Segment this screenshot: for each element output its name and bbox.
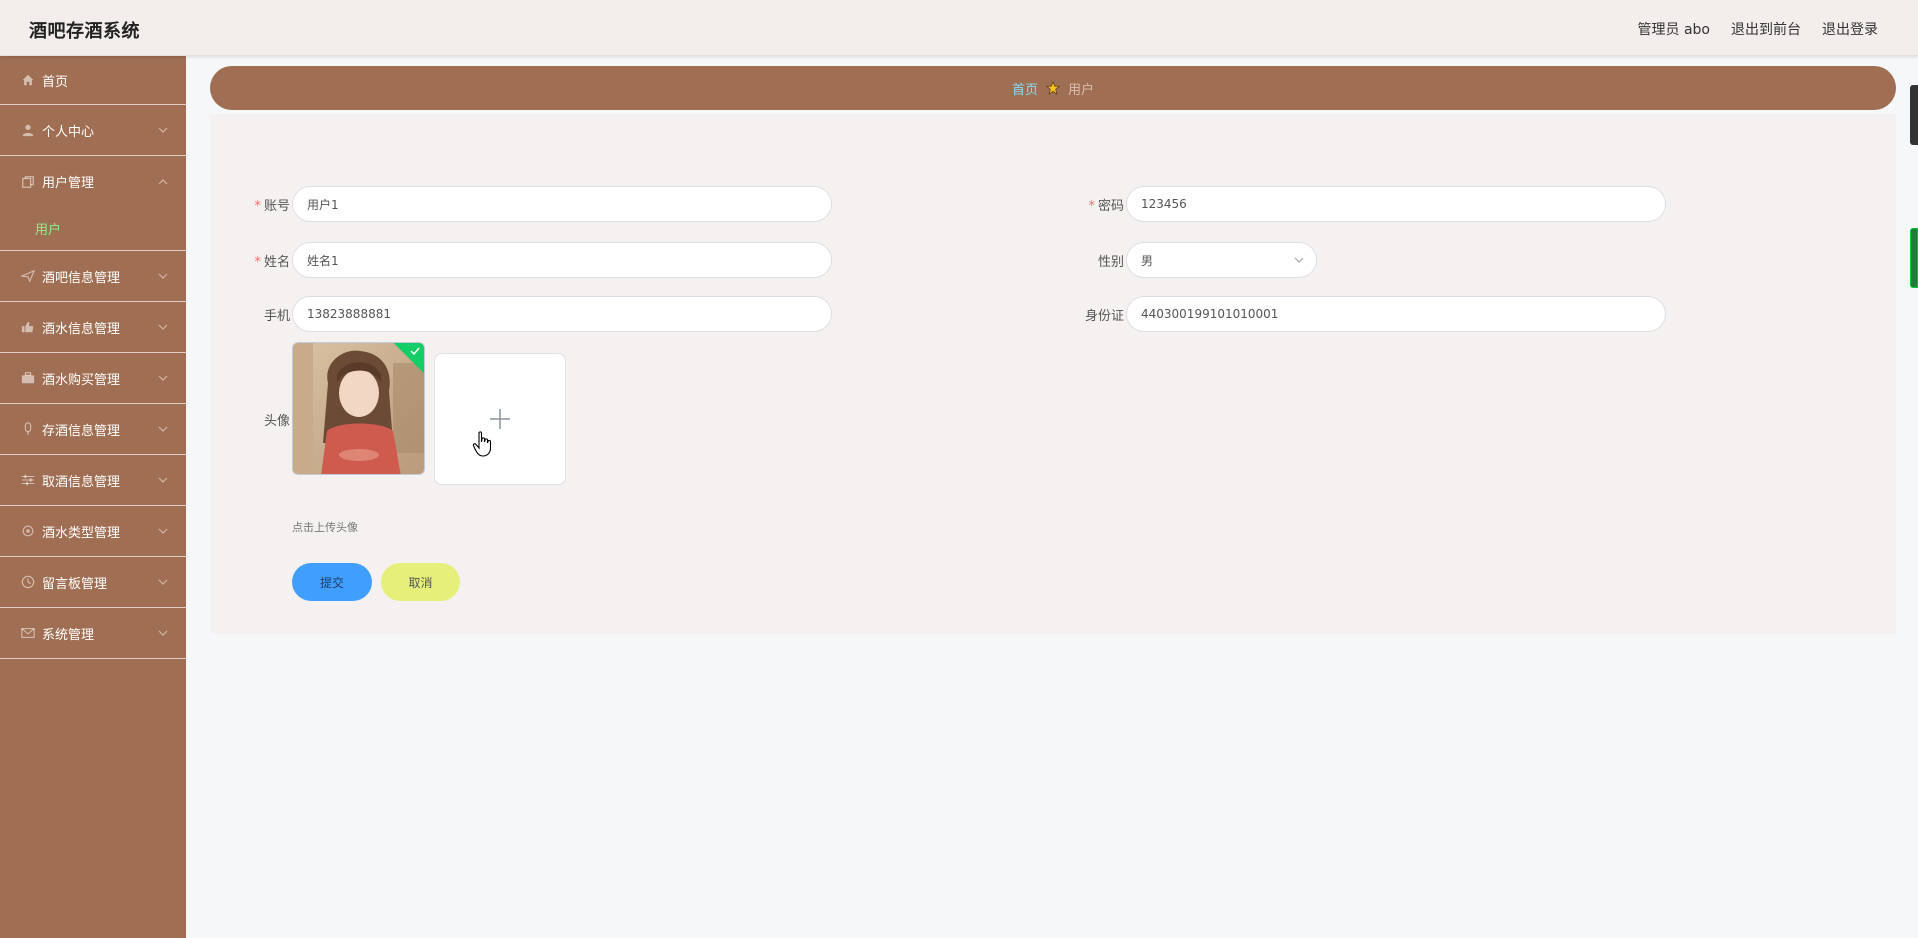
sidebar-item-drink-info[interactable]: 酒水信息管理 bbox=[0, 302, 186, 353]
scroll-handle[interactable] bbox=[1910, 85, 1918, 145]
plus-icon bbox=[490, 409, 510, 429]
clock-icon bbox=[21, 575, 35, 589]
required-mark: * bbox=[254, 255, 261, 270]
sidebar-item-storage-info[interactable]: 存酒信息管理 bbox=[0, 404, 186, 455]
avatar-upload-button[interactable] bbox=[434, 353, 566, 485]
gender-label: 性别 bbox=[1097, 255, 1124, 270]
sidebar-item-drink-purchase[interactable]: 酒水购买管理 bbox=[0, 353, 186, 404]
sidebar: 首页 个人中心 用户管理 用户 酒吧信息管理 酒水信息管理 酒水购买管理 存酒信… bbox=[0, 56, 186, 938]
exit-to-front-link[interactable]: 退出到前台 bbox=[1731, 19, 1801, 39]
breadcrumb: 首页 用户 bbox=[210, 66, 1896, 110]
required-mark: * bbox=[254, 199, 261, 214]
star-icon bbox=[1046, 81, 1060, 95]
settings-icon bbox=[21, 524, 35, 538]
avatar-image bbox=[293, 343, 424, 474]
user-icon bbox=[21, 123, 35, 137]
idcard-input[interactable]: 440300199101010001 bbox=[1126, 296, 1666, 332]
sidebar-item-label: 存酒信息管理 bbox=[42, 423, 121, 439]
name-label: * 姓名 bbox=[254, 255, 290, 270]
sidebar-item-personal[interactable]: 个人中心 bbox=[0, 105, 186, 156]
chevron-down-icon bbox=[158, 477, 168, 483]
thumb-icon bbox=[21, 320, 35, 334]
gender-select[interactable]: 男 bbox=[1126, 242, 1317, 278]
password-input[interactable]: 123456 bbox=[1126, 186, 1666, 222]
sidebar-item-withdraw-info[interactable]: 取酒信息管理 bbox=[0, 455, 186, 506]
admin-user-label[interactable]: 管理员 abo bbox=[1638, 19, 1710, 39]
main-content: 首页 用户 * 账号 用户1 * 密码 123456 * 姓名 姓名1 性别 男 手机… bbox=[186, 56, 1918, 938]
sidebar-item-label: 取酒信息管理 bbox=[42, 474, 121, 490]
home-icon bbox=[21, 73, 35, 87]
sidebar-item-drink-type[interactable]: 酒水类型管理 bbox=[0, 506, 186, 557]
sidebar-item-label: 个人中心 bbox=[42, 124, 95, 140]
sidebar-item-bar-info[interactable]: 酒吧信息管理 bbox=[0, 251, 186, 302]
gender-selected-value: 男 bbox=[1141, 253, 1154, 268]
account-label: * 账号 bbox=[254, 199, 290, 214]
avatar-preview[interactable] bbox=[292, 342, 425, 475]
account-input[interactable]: 用户1 bbox=[292, 186, 832, 222]
sidebar-item-message-board[interactable]: 留言板管理 bbox=[0, 557, 186, 608]
copy-icon bbox=[21, 175, 35, 189]
check-icon bbox=[410, 347, 420, 356]
sidebar-subitem-user[interactable]: 用户 bbox=[0, 207, 186, 251]
chevron-down-icon bbox=[158, 127, 168, 133]
breadcrumb-current: 用户 bbox=[1068, 82, 1095, 98]
submit-button[interactable]: 提交 bbox=[292, 563, 372, 601]
sidebar-item-label: 酒水类型管理 bbox=[42, 525, 121, 541]
phone-label: 手机 bbox=[263, 309, 290, 324]
password-label: * 密码 bbox=[1088, 199, 1124, 214]
sidebar-item-label: 用户管理 bbox=[42, 176, 95, 191]
top-header: 酒吧存酒系统 管理员 abo 退出到前台 退出登录 bbox=[0, 0, 1918, 56]
chevron-down-icon bbox=[158, 630, 168, 636]
sliders-icon bbox=[21, 473, 35, 487]
chevron-down-icon bbox=[158, 375, 168, 381]
chevron-up-icon bbox=[158, 178, 168, 184]
phone-input[interactable]: 13823888881 bbox=[292, 296, 832, 332]
chevron-down-icon bbox=[158, 579, 168, 585]
avatar-label: 头像 bbox=[263, 414, 290, 429]
idcard-label: 身份证 bbox=[1084, 309, 1124, 324]
chevron-down-icon bbox=[1294, 257, 1304, 263]
chevron-down-icon bbox=[158, 273, 168, 279]
briefcase-icon bbox=[21, 371, 35, 385]
required-mark: * bbox=[1088, 199, 1095, 214]
mic-icon bbox=[21, 422, 35, 436]
mail-icon bbox=[21, 626, 35, 640]
hand-cursor-icon bbox=[472, 431, 492, 457]
scroll-indicator[interactable] bbox=[1910, 228, 1918, 288]
sidebar-item-label: 留言板管理 bbox=[42, 576, 108, 592]
breadcrumb-home-link[interactable]: 首页 bbox=[1012, 79, 1038, 98]
send-icon bbox=[19, 269, 36, 283]
app-title: 酒吧存酒系统 bbox=[29, 21, 140, 42]
chevron-down-icon bbox=[158, 324, 168, 330]
sidebar-item-label: 首页 bbox=[42, 74, 69, 90]
chevron-down-icon bbox=[158, 426, 168, 432]
upload-tip: 点击上传头像 bbox=[292, 521, 358, 534]
chevron-down-icon bbox=[158, 528, 168, 534]
sidebar-item-label: 系统管理 bbox=[42, 627, 95, 643]
logout-link[interactable]: 退出登录 bbox=[1822, 19, 1878, 39]
sidebar-item-label: 酒水购买管理 bbox=[42, 372, 121, 388]
name-input[interactable]: 姓名1 bbox=[292, 242, 832, 278]
header-actions: 管理员 abo 退出到前台 退出登录 bbox=[1638, 19, 1878, 39]
sidebar-item-label: 酒水信息管理 bbox=[42, 321, 121, 337]
sidebar-item-label: 酒吧信息管理 bbox=[42, 270, 121, 286]
sidebar-item-home[interactable]: 首页 bbox=[0, 56, 186, 105]
user-form: * 账号 用户1 * 密码 123456 * 姓名 姓名1 性别 男 手机 13823… bbox=[210, 114, 1896, 634]
cancel-button[interactable]: 取消 bbox=[381, 563, 460, 601]
sidebar-item-system[interactable]: 系统管理 bbox=[0, 608, 186, 659]
sidebar-item-user-management[interactable]: 用户管理 bbox=[0, 156, 186, 207]
